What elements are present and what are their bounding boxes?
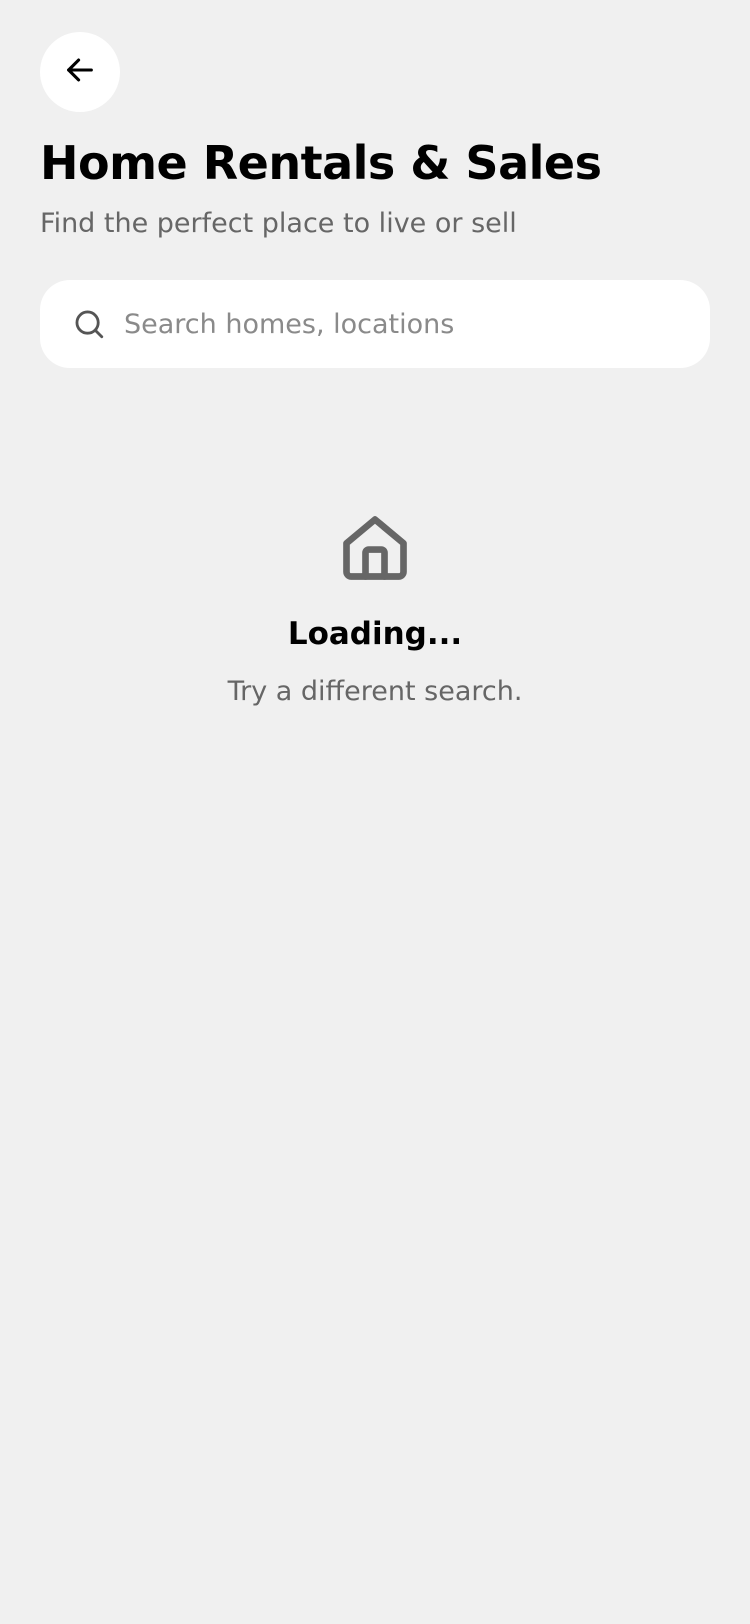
page-subtitle: Find the perfect place to live or sell <box>40 208 517 239</box>
screen: Home Rentals & Sales Find the perfect pl… <box>0 0 750 1624</box>
search-icon <box>72 307 106 341</box>
arrow-left-icon <box>63 53 97 91</box>
empty-state-subtitle: Try a different search. <box>227 676 523 707</box>
search-input[interactable] <box>122 307 666 341</box>
back-button[interactable] <box>40 32 120 112</box>
home-icon <box>337 510 413 590</box>
empty-state: Loading... Try a different search. <box>0 510 750 707</box>
search-bar[interactable] <box>40 280 710 368</box>
page-title: Home Rentals & Sales <box>40 136 602 190</box>
empty-state-title: Loading... <box>287 616 463 652</box>
